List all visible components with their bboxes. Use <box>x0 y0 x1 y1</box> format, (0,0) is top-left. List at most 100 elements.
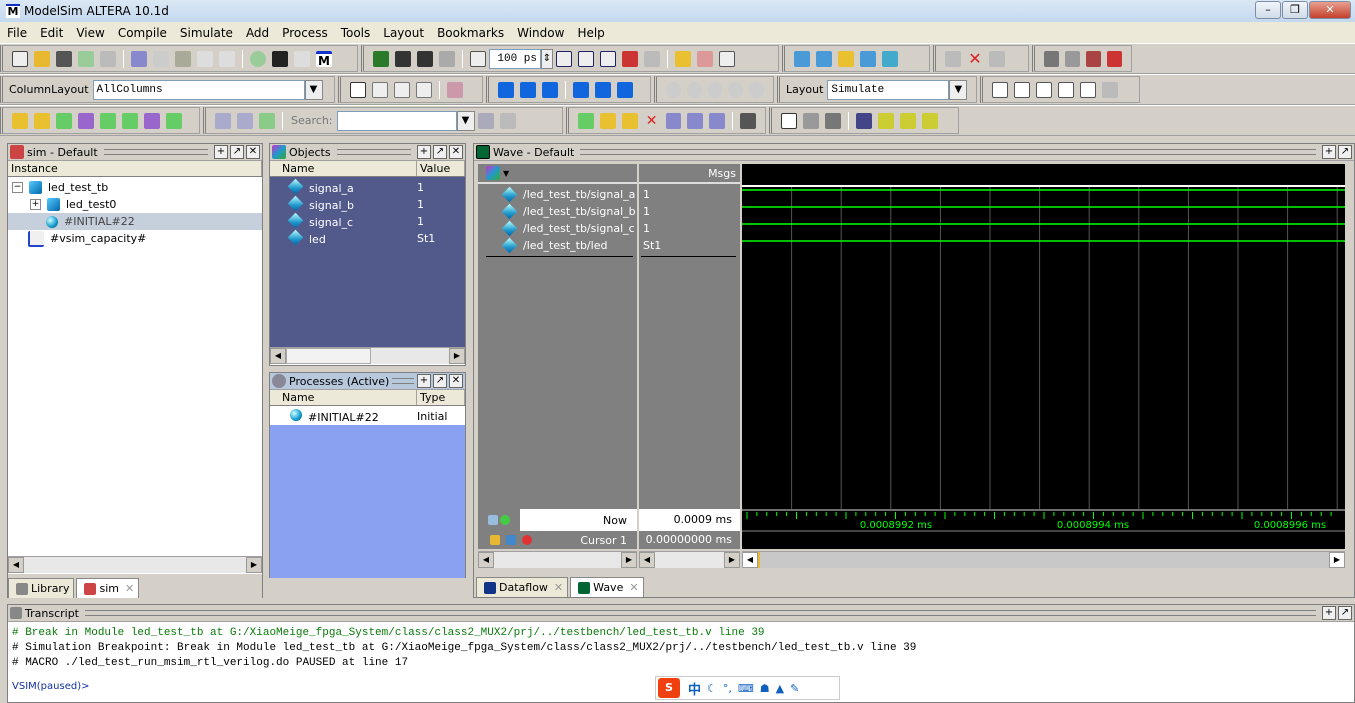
save-icon[interactable] <box>56 50 72 67</box>
trace-x-icon[interactable] <box>259 112 275 129</box>
moon-icon[interactable]: ☾ <box>707 682 717 695</box>
trace-input-icon[interactable] <box>215 112 231 129</box>
select-mode-icon[interactable] <box>350 81 366 98</box>
search-dropdown[interactable]: ▼ <box>456 110 475 131</box>
reload-icon[interactable] <box>78 50 94 67</box>
object-row[interactable]: signal_b 1 <box>270 195 465 213</box>
add-dataflow-icon[interactable] <box>860 50 876 67</box>
expand-icon[interactable] <box>665 112 682 129</box>
step-into-all-icon[interactable] <box>573 81 589 98</box>
tree-item-vsim-capacity[interactable]: #vsim_capacity# <box>8 230 262 247</box>
column-name[interactable]: Name <box>270 390 417 405</box>
run-length-spinner[interactable]: ⇕ <box>541 48 553 69</box>
menu-help[interactable]: Help <box>570 26 610 40</box>
up-arrow-icon[interactable] <box>395 50 411 67</box>
undo-icon[interactable] <box>197 50 213 67</box>
menu-compile[interactable]: Compile <box>111 26 173 40</box>
chevron-down-icon[interactable]: ▼ <box>503 169 509 178</box>
object-row[interactable]: signal_c 1 <box>270 212 465 230</box>
wave-rising-icon[interactable] <box>878 112 894 129</box>
menu-edit[interactable]: Edit <box>33 26 69 40</box>
tab-library[interactable]: Library <box>8 578 75 598</box>
menu-view[interactable]: View <box>69 26 110 40</box>
column-layout-select[interactable]: AllColumns <box>92 79 305 100</box>
find-next-icon[interactable] <box>621 112 638 129</box>
dock-button[interactable]: + <box>1322 606 1336 620</box>
wrench-icon[interactable]: ✎ <box>790 682 799 695</box>
menu-file[interactable]: File <box>0 26 33 40</box>
object-row[interactable]: signal_a 1 <box>270 178 465 196</box>
undock-button[interactable]: ↗ <box>1338 606 1352 620</box>
dock-button[interactable]: + <box>214 145 228 159</box>
skin-icon[interactable]: ▲ <box>776 682 784 695</box>
run-all-icon[interactable] <box>600 50 616 67</box>
new-file-icon[interactable] <box>12 50 28 67</box>
step-into-icon[interactable] <box>498 81 514 98</box>
undock-button[interactable]: ↗ <box>1338 145 1352 159</box>
copy-icon[interactable] <box>153 50 169 67</box>
layout-dropdown[interactable]: ▼ <box>949 79 968 100</box>
search-input[interactable] <box>336 110 457 131</box>
add-cursor-icon[interactable] <box>500 515 510 525</box>
find-clear-icon[interactable]: ✕ <box>644 113 660 129</box>
next-falling-icon[interactable] <box>122 112 138 129</box>
collapse-all-icon[interactable] <box>687 112 704 129</box>
dock-button[interactable]: + <box>417 145 431 159</box>
menu-layout[interactable]: Layout <box>376 26 430 40</box>
compile-icon[interactable] <box>250 50 266 67</box>
menu-process[interactable]: Process <box>275 26 334 40</box>
find-first-icon[interactable] <box>578 112 594 129</box>
undock-button[interactable]: ↗ <box>230 145 244 159</box>
wrench-icon[interactable] <box>506 535 516 545</box>
tab-sim[interactable]: sim ✕ <box>76 578 140 598</box>
punctuation-icon[interactable]: °, <box>723 682 732 695</box>
grid-dense-icon[interactable] <box>825 112 841 129</box>
wave-settings-icon[interactable] <box>1102 81 1118 98</box>
redo-icon[interactable] <box>219 50 235 67</box>
next-rising-icon[interactable] <box>166 112 182 129</box>
paste-icon[interactable] <box>175 50 191 67</box>
find-previous-icon[interactable] <box>599 112 616 129</box>
waveform-compress-icon[interactable] <box>740 112 756 129</box>
modelsim-icon[interactable]: M <box>316 50 332 68</box>
signal-icon[interactable] <box>447 81 463 98</box>
close-tab-icon[interactable]: ✕ <box>125 582 134 595</box>
wave-falling-icon[interactable] <box>900 112 916 129</box>
zoom-full-icon[interactable] <box>707 81 723 98</box>
hide-grid-icon[interactable] <box>803 112 819 129</box>
tab-dataflow[interactable]: Dataflow ✕ <box>476 577 569 597</box>
close-pane-button[interactable]: ✕ <box>449 374 463 388</box>
zoom-cursor-icon[interactable] <box>728 81 744 98</box>
edit-mode-icon[interactable] <box>416 81 432 98</box>
break-icon[interactable] <box>622 50 638 67</box>
close-tab-icon[interactable]: ✕ <box>629 581 638 594</box>
ime-toolbar[interactable]: S 中 ☾ °, ⌨ ☗ ▲ ✎ <box>655 676 840 700</box>
keyboard-icon[interactable]: ⌨ <box>738 682 754 695</box>
time-icon[interactable] <box>488 515 498 525</box>
waveform-display[interactable]: 0.0008992 ms 0.0008994 ms 0.0008996 ms <box>742 164 1345 549</box>
step-out-all-icon[interactable] <box>617 81 633 98</box>
menu-window[interactable]: Window <box>510 26 570 40</box>
cursor-add-icon[interactable] <box>12 112 28 129</box>
print-icon[interactable] <box>100 50 116 67</box>
process-row[interactable]: #INITIAL#22 Initial <box>270 408 465 425</box>
dock-button[interactable]: + <box>1322 145 1336 159</box>
delete-cursor-icon[interactable] <box>522 535 532 545</box>
forward-arrow-icon[interactable] <box>439 50 455 67</box>
add-wave-icon[interactable] <box>794 50 810 67</box>
find-binoculars-icon[interactable] <box>272 50 288 67</box>
cut-icon[interactable] <box>131 50 147 67</box>
previous-rising-icon[interactable] <box>144 112 160 129</box>
wave-format-event-icon[interactable] <box>1036 81 1052 98</box>
breakpoint-icon[interactable] <box>945 50 961 67</box>
pan-mode-icon[interactable] <box>394 81 410 98</box>
sim-horizontal-scrollbar[interactable]: ◀ ▶ <box>8 556 262 573</box>
step-over-all-icon[interactable] <box>595 81 611 98</box>
cursor-delete-icon[interactable] <box>34 112 50 129</box>
wave-format-analog-icon[interactable] <box>1058 81 1074 98</box>
next-edge-icon[interactable] <box>78 112 94 129</box>
open-folder-icon[interactable] <box>34 50 50 67</box>
clear-icon[interactable] <box>1086 50 1101 67</box>
wave-add-icon[interactable] <box>486 166 500 180</box>
performance-icon[interactable] <box>675 50 691 67</box>
